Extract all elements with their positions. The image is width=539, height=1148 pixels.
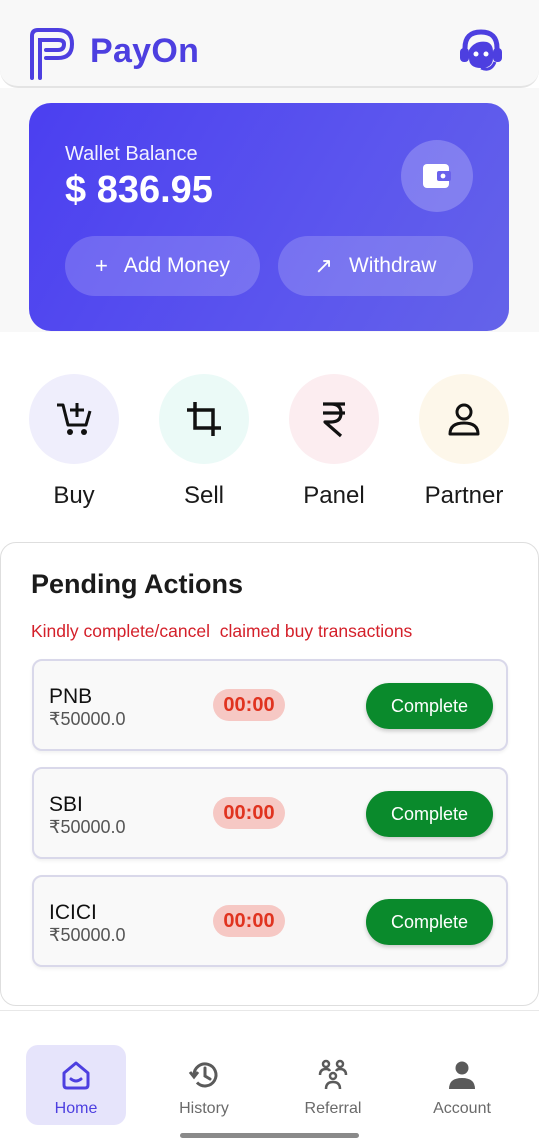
transaction-amount: ₹50000.0 <box>49 925 126 945</box>
complete-button[interactable]: Complete <box>366 683 493 729</box>
person-icon <box>419 374 509 464</box>
gesture-home-bar[interactable] <box>180 1133 359 1138</box>
withdraw-button[interactable]: ↗ Withdraw <box>278 236 473 296</box>
complete-button[interactable]: Complete <box>366 791 493 837</box>
add-money-button[interactable]: + Add Money <box>65 236 260 296</box>
cart-plus-icon <box>29 374 119 464</box>
wallet-balance-amount: $ 836.95 <box>65 169 213 211</box>
pending-transaction-row: SBI ₹50000.0 00:00 Complete <box>32 767 508 859</box>
pending-transaction-row: PNB ₹50000.0 00:00 Complete <box>32 659 508 751</box>
history-icon <box>188 1062 218 1088</box>
arrow-up-right-icon: ↗ <box>314 253 333 278</box>
countdown-timer: 00:00 <box>213 797 285 829</box>
wallet-card: Wallet Balance $ 836.95 + Add Money ↗ Wi… <box>29 103 509 331</box>
nav-item-home[interactable]: Home <box>26 1045 126 1125</box>
nav-label: Account <box>433 1100 491 1117</box>
support-agent-icon[interactable] <box>457 28 505 74</box>
quick-action-label: Buy <box>53 482 95 509</box>
nav-item-account[interactable]: Account <box>412 1045 512 1125</box>
bank-name: ICICI <box>49 901 97 924</box>
pending-actions-panel: Pending Actions Kindly complete/cancel c… <box>0 542 539 1006</box>
referral-icon <box>318 1059 348 1090</box>
bank-name: PNB <box>49 685 93 708</box>
app-header: PayOn <box>0 0 539 88</box>
pending-transaction-row: ICICI ₹50000.0 00:00 Complete <box>32 875 508 967</box>
quick-action-panel[interactable]: Panel <box>289 374 379 510</box>
countdown-timer: 00:00 <box>213 689 285 721</box>
pending-actions-title: Pending Actions <box>31 569 244 599</box>
quick-action-partner[interactable]: Partner <box>419 374 509 510</box>
plus-icon: + <box>94 253 108 278</box>
wallet-balance-label: Wallet Balance <box>65 143 198 165</box>
nav-item-history[interactable]: History <box>154 1045 254 1125</box>
nav-label: Home <box>54 1100 98 1117</box>
pending-actions-warning: Kindly complete/cancel claimed buy trans… <box>31 621 413 641</box>
quick-action-sell[interactable]: Sell <box>159 374 249 510</box>
home-icon <box>62 1061 90 1090</box>
quick-action-label: Sell <box>183 482 225 509</box>
nav-item-referral[interactable]: Referral <box>283 1045 383 1125</box>
account-icon <box>449 1061 475 1089</box>
nav-label: Referral <box>304 1100 362 1117</box>
quick-action-label: Partner <box>424 482 504 509</box>
crop-icon <box>159 374 249 464</box>
transaction-amount: ₹50000.0 <box>49 817 126 837</box>
rupee-icon <box>289 374 379 464</box>
withdraw-label: Withdraw <box>348 254 437 277</box>
countdown-timer: 00:00 <box>213 905 285 937</box>
add-money-label: Add Money <box>123 254 231 277</box>
payon-logo-icon <box>30 28 75 80</box>
app-title: PayOn <box>90 32 200 70</box>
nav-label: History <box>179 1100 229 1117</box>
bank-name: SBI <box>49 793 83 816</box>
quick-action-label: Panel <box>303 482 365 509</box>
wallet-icon <box>401 140 473 212</box>
quick-action-buy[interactable]: Buy <box>29 374 119 510</box>
transaction-amount: ₹50000.0 <box>49 709 126 729</box>
bottom-navigation: Home History Referral Account <box>0 1010 539 1148</box>
complete-button[interactable]: Complete <box>366 899 493 945</box>
